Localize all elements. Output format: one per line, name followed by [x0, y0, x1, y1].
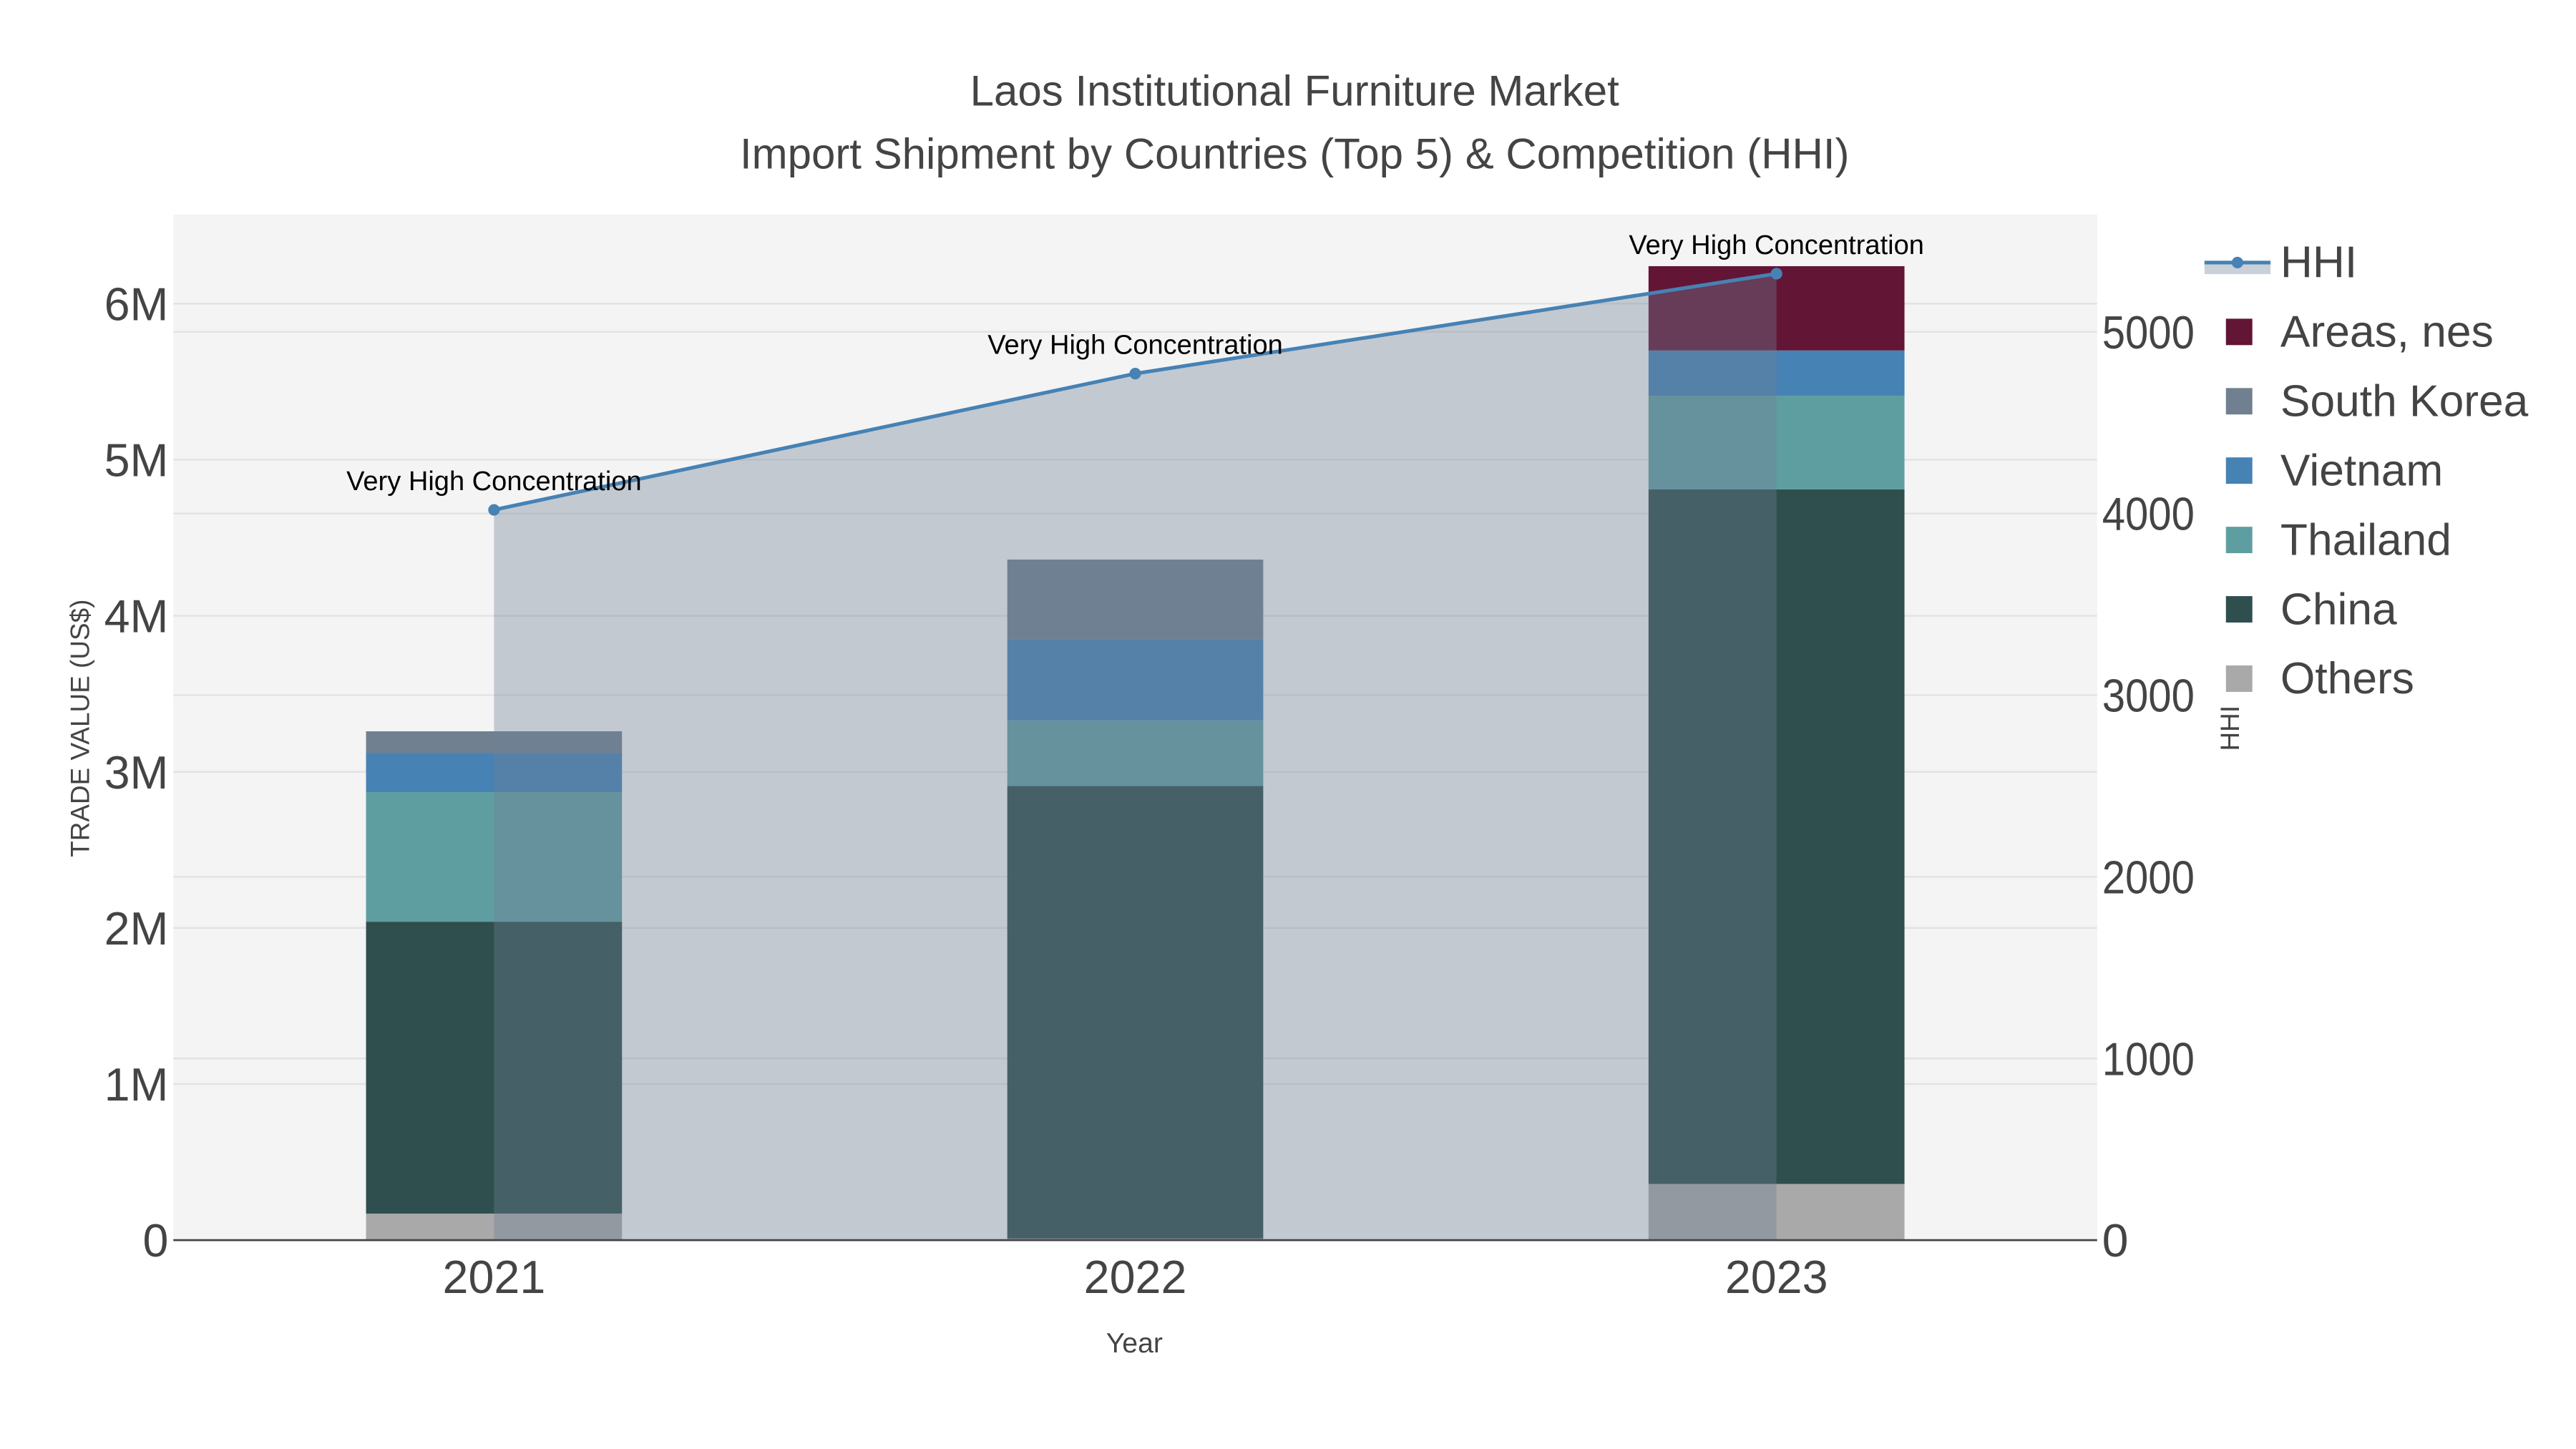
- y-tick-label: 5M: [104, 435, 169, 487]
- hhi-annotation: Very High Concentration: [987, 330, 1283, 360]
- hhi-point: [488, 504, 500, 516]
- chart: Very High Concentration Very High Concent…: [66, 67, 2529, 1359]
- legend-swatch: [2225, 318, 2253, 346]
- y2-tick-label: 5000: [2102, 307, 2195, 358]
- legend-swatch-marker: [2231, 256, 2243, 268]
- y2-axis-title: HHI: [2215, 706, 2245, 751]
- legend-label: Thailand: [2280, 515, 2451, 565]
- hhi-annotation: Very High Concentration: [346, 467, 642, 497]
- legend-item-south-korea[interactable]: South Korea: [2225, 377, 2529, 426]
- y2-tick-label: 0: [2102, 1215, 2129, 1267]
- x-tick-label: 2021: [443, 1252, 546, 1303]
- hhi-annotation: Very High Concentration: [1629, 230, 1924, 260]
- legend-swatch: [2225, 596, 2253, 623]
- y2-tick-label: 4000: [2102, 489, 2195, 540]
- legend-swatch: [2225, 665, 2253, 692]
- x-tick-label: 2022: [1084, 1252, 1187, 1303]
- y2-tick-label: 1000: [2102, 1033, 2195, 1085]
- legend-item-china[interactable]: China: [2225, 585, 2397, 634]
- legend-label: Vietnam: [2280, 446, 2443, 495]
- legend-label: China: [2280, 585, 2397, 634]
- legend-item-thailand[interactable]: Thailand: [2225, 515, 2451, 565]
- legend-item-vietnam[interactable]: Vietnam: [2225, 446, 2444, 495]
- y-tick-label: 6M: [104, 278, 169, 330]
- legend-swatch: [2225, 527, 2253, 554]
- legend-swatch: [2225, 388, 2253, 415]
- legend-label: Areas, nes: [2280, 308, 2494, 357]
- legend-label: HHI: [2280, 238, 2357, 288]
- hhi-point: [1770, 268, 1782, 280]
- y2-tick-label: 2000: [2102, 852, 2195, 903]
- x-axis-title: Year: [1106, 1327, 1163, 1359]
- chart-title: Laos Institutional Furniture Market: [970, 67, 1619, 115]
- legend-swatch: [2225, 457, 2253, 484]
- legend-item-areas-nes[interactable]: Areas, nes: [2225, 308, 2494, 357]
- legend-item-others[interactable]: Others: [2225, 654, 2414, 703]
- x-tick-label: 2023: [1725, 1252, 1828, 1303]
- y-tick-label: 2M: [104, 903, 169, 955]
- hhi-point: [1129, 368, 1141, 380]
- y-tick-label: 1M: [104, 1059, 169, 1111]
- y-tick-label: 3M: [104, 747, 169, 799]
- y-tick-label: 0: [142, 1215, 168, 1267]
- legend-label: Others: [2280, 654, 2414, 703]
- y-tick-label: 4M: [104, 591, 169, 643]
- y-axis-title: TRADE VALUE (US$): [66, 600, 95, 857]
- chart-subtitle: Import Shipment by Countries (Top 5) & C…: [740, 130, 1850, 177]
- legend-item-hhi[interactable]: HHI: [2204, 238, 2357, 288]
- legend-label: South Korea: [2280, 377, 2529, 426]
- y2-tick-label: 3000: [2102, 670, 2195, 722]
